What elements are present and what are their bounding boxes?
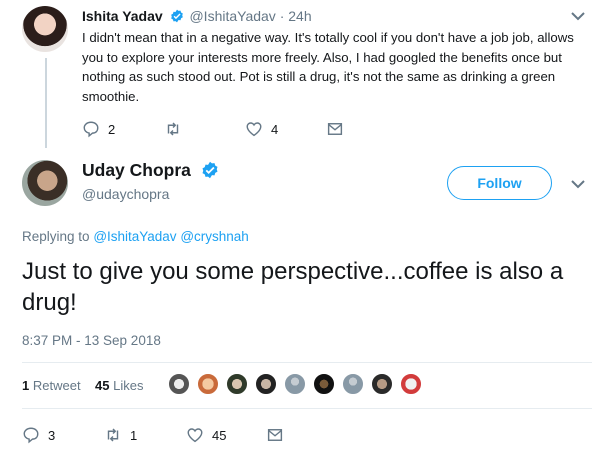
retweet-icon [107, 428, 119, 442]
verified-badge-icon [202, 161, 218, 179]
tweet-timestamp[interactable]: 8:37 PM - 13 Sep 2018 [22, 333, 161, 348]
chevron-down-icon[interactable] [568, 8, 588, 24]
retweet-button[interactable] [164, 120, 190, 138]
like-button[interactable]: 45 [186, 426, 226, 444]
retweet-button[interactable]: 1 [104, 426, 137, 444]
reply-tweet-text: I didn't mean that in a negative way. It… [82, 30, 574, 104]
likes-stat[interactable]: 45 Likes [95, 378, 143, 393]
reply-tweet-header: Ishita Yadav @IshitaYadav · 24h [82, 8, 312, 24]
author-handle[interactable]: @udaychopra [82, 186, 169, 202]
liker-avatar[interactable] [197, 373, 219, 395]
avatar[interactable] [22, 6, 68, 52]
verified-badge-icon [170, 9, 183, 23]
heart-icon [187, 428, 203, 443]
reply-icon [83, 121, 99, 138]
follow-button[interactable]: Follow [447, 166, 552, 200]
thread-connector-line [45, 58, 47, 148]
avatar[interactable] [22, 160, 68, 206]
liker-avatars [168, 373, 429, 395]
author-name[interactable]: Uday Chopra [82, 160, 191, 180]
reply-count: 2 [108, 121, 116, 137]
mention-link[interactable]: @cryshnah [180, 229, 248, 244]
tweet-time[interactable]: 24h [288, 8, 311, 24]
retweet-icon [167, 122, 179, 136]
author-name[interactable]: Ishita Yadav [82, 8, 163, 24]
author-name-row: Uday Chopra [82, 160, 221, 181]
replying-to-line: Replying to @IshitaYadav @cryshnah [22, 229, 249, 244]
tweet-text: Just to give you some perspective...coff… [22, 258, 564, 316]
liker-avatar[interactable] [371, 373, 393, 395]
divider [22, 362, 592, 363]
direct-message-button[interactable] [326, 120, 352, 138]
mention-link[interactable]: @IshitaYadav [93, 229, 176, 244]
dot-separator: · [279, 8, 285, 24]
liker-avatar[interactable] [313, 373, 335, 395]
reply-count: 3 [48, 427, 56, 443]
liker-avatar[interactable] [342, 373, 364, 395]
heart-icon [246, 122, 262, 137]
like-button[interactable]: 4 [245, 120, 278, 138]
retweets-stat[interactable]: 1 Retweet [22, 378, 81, 393]
reply-button[interactable]: 3 [22, 426, 55, 444]
envelope-icon [267, 429, 283, 441]
chevron-down-icon[interactable] [568, 176, 588, 192]
liker-avatar[interactable] [284, 373, 306, 395]
liker-avatar[interactable] [255, 373, 277, 395]
replying-to-label: Replying to [22, 229, 90, 244]
liker-avatar[interactable] [226, 373, 248, 395]
liker-avatar[interactable] [168, 373, 190, 395]
liker-avatar[interactable] [400, 373, 422, 395]
like-count: 4 [271, 121, 279, 137]
retweet-count: 1 [130, 427, 138, 443]
author-handle[interactable]: @IshitaYadav [189, 8, 275, 24]
envelope-icon [327, 123, 343, 135]
reply-icon [23, 427, 39, 444]
divider [22, 408, 592, 409]
engagement-stats: 1 Retweet 45 Likes [22, 378, 143, 393]
reply-button[interactable]: 2 [82, 120, 115, 138]
like-count: 45 [212, 427, 227, 443]
direct-message-button[interactable] [266, 426, 292, 444]
